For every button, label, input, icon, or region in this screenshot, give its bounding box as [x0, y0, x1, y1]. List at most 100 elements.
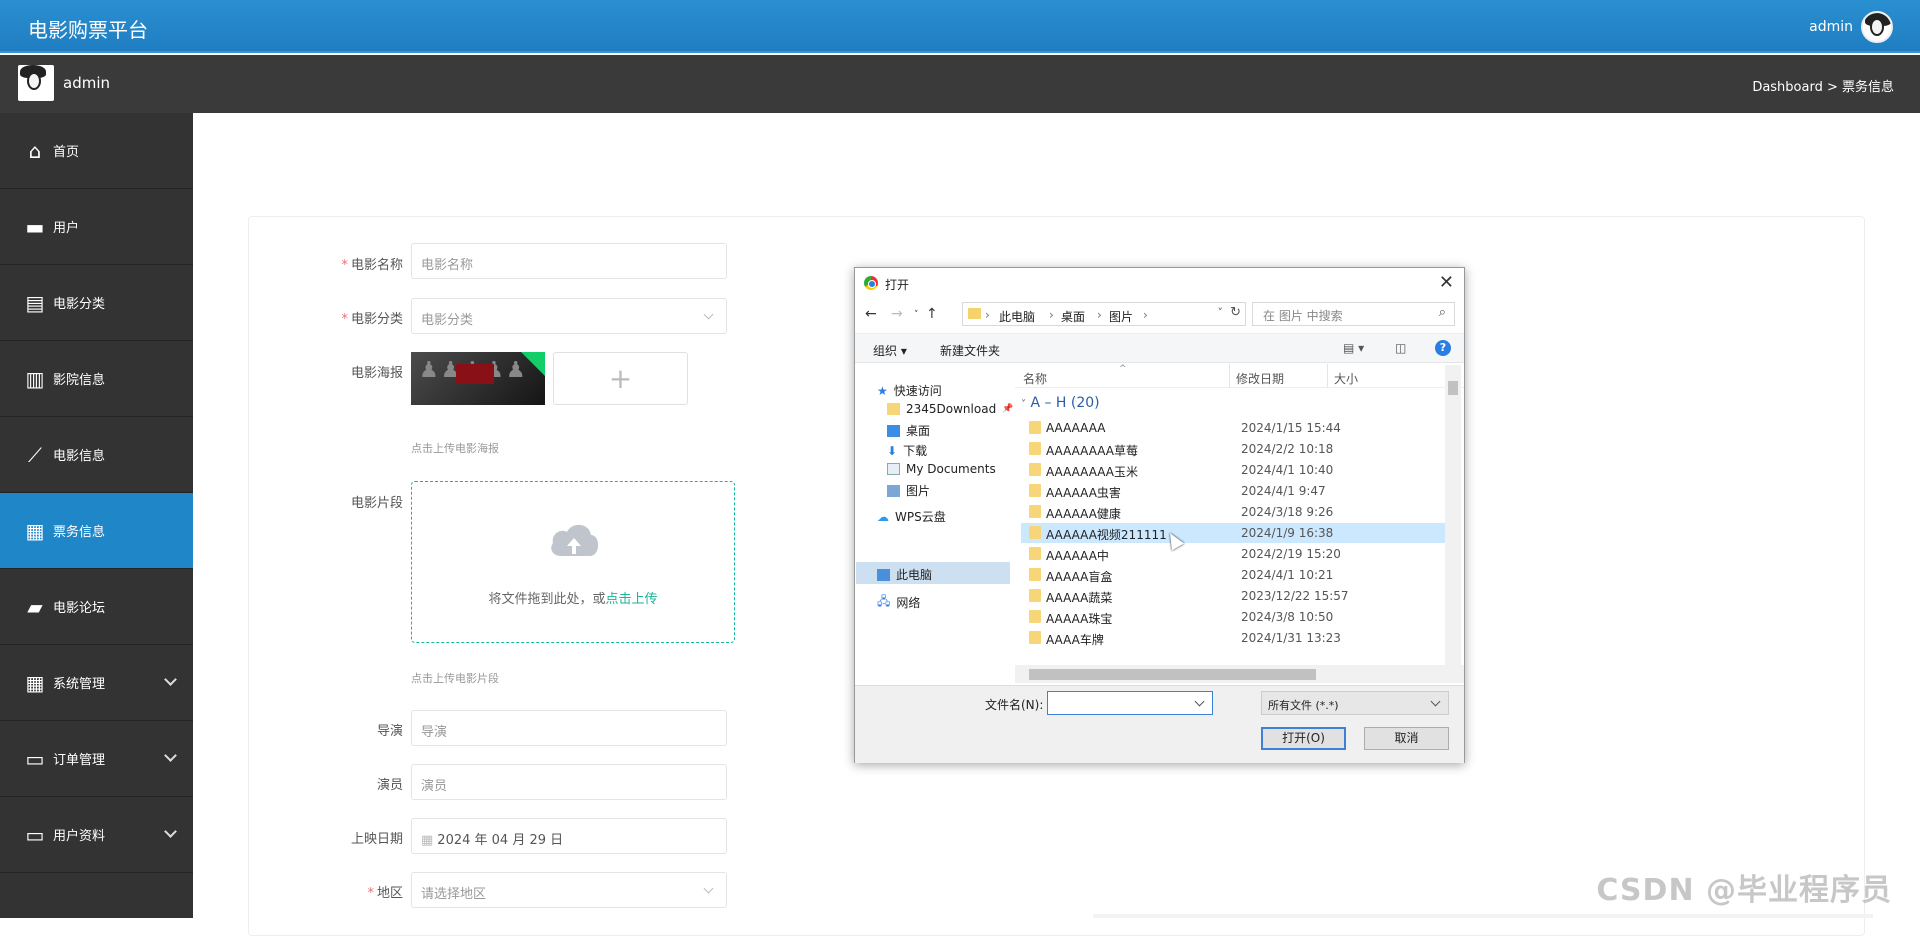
folder-icon — [1029, 484, 1041, 497]
sidebar-item-label: 首页 — [53, 145, 80, 160]
sidebar-item-forum[interactable]: ▰ 电影论坛 — [0, 569, 193, 645]
file-row-selected[interactable]: AAAAAA视频211111 2024/1/9 16:38 — [1021, 523, 1448, 543]
folder-icon — [968, 308, 981, 319]
calendar-icon: ▦ — [421, 833, 434, 848]
organize-button[interactable]: 组织 ▾ — [873, 342, 907, 359]
nav-2345download[interactable]: 2345Download 📌 — [887, 402, 1013, 416]
horizontal-scrollbar[interactable] — [1015, 665, 1464, 683]
filename-label: 文件名(N): — [985, 698, 1044, 712]
click-upload-link[interactable]: 点击上传 — [606, 592, 658, 607]
scrollbar-thumb[interactable] — [1029, 669, 1316, 680]
preview-pane-icon[interactable]: ◫ — [1395, 341, 1406, 355]
actor-input[interactable]: 演员 — [411, 764, 727, 800]
nav-wps-cloud[interactable]: ☁ WPS云盘 — [877, 508, 946, 525]
refresh-icon[interactable]: ↻ — [1230, 305, 1241, 320]
nav-quick-access[interactable]: ★ 快速访问 — [877, 382, 942, 399]
nav-desktop[interactable]: 桌面 — [887, 422, 930, 439]
avatar[interactable] — [1861, 11, 1893, 43]
search-placeholder: 在 图片 中搜索 — [1263, 309, 1343, 323]
file-row[interactable]: AAAAAA健康 2024/3/18 9:26 — [1021, 502, 1448, 522]
sidebar-item-users[interactable]: ▬ 用户 — [0, 189, 193, 265]
filetype-select[interactable]: 所有文件 (*.*) — [1261, 691, 1449, 715]
sidebar-item-profile[interactable]: ▭ 用户资料 — [0, 797, 193, 873]
file-row[interactable]: AAAAAA虫害 2024/4/1 9:47 — [1021, 481, 1448, 501]
dialog-search-input[interactable]: 在 图片 中搜索 ⌕ — [1252, 302, 1455, 326]
folder-icon — [1029, 568, 1041, 581]
file-row[interactable]: AAAAA蔬菜 2023/12/22 15:57 — [1021, 586, 1448, 606]
region-select[interactable]: 请选择地区 — [411, 872, 727, 908]
home-icon: ⌂ — [28, 138, 42, 163]
sidebar-item-label: 系统管理 — [53, 677, 106, 692]
sidebar-item-label: 票务信息 — [53, 525, 106, 540]
path-segment[interactable]: 桌面 — [1061, 308, 1085, 325]
director-input[interactable]: 导演 — [411, 710, 727, 746]
file-row[interactable]: AAAAA珠宝 2024/3/8 10:50 — [1021, 607, 1448, 627]
back-arrow-icon[interactable]: ← — [865, 306, 877, 322]
chevron-down-icon[interactable]: ˅ — [1218, 306, 1224, 319]
breadcrumb[interactable]: Dashboard > 票务信息 — [1752, 76, 1894, 95]
close-icon[interactable]: ✕ — [1439, 272, 1454, 293]
nav-pictures[interactable]: 图片 — [887, 482, 930, 499]
file-list-header: 名称 ^ 修改日期 大小 — [1015, 364, 1464, 388]
forward-arrow-icon[interactable]: → — [891, 306, 903, 322]
path-segment[interactable]: 图片 — [1109, 308, 1133, 325]
file-row[interactable]: AAAA车牌 2024/1/31 13:23 — [1021, 628, 1448, 648]
dialog-footer: 文件名(N): 所有文件 (*.*) 打开(O) 取消 — [855, 685, 1464, 763]
region-placeholder: 请选择地区 — [421, 887, 487, 902]
folder-icon — [1029, 589, 1041, 602]
avatar-image — [18, 65, 54, 101]
sidebar-item-orders[interactable]: ▭ 订单管理 — [0, 721, 193, 797]
release-date-picker[interactable]: ▦ 2024 年 04 月 29 日 — [411, 818, 727, 854]
ticket-icon: ▰ — [27, 594, 43, 619]
path-segment[interactable]: 此电脑 — [999, 308, 1035, 325]
nav-my-documents[interactable]: My Documents — [887, 462, 996, 476]
chrome-icon — [864, 276, 878, 290]
poster-thumbnail[interactable]: ♟♟♟♟♟ — [411, 352, 545, 405]
column-size[interactable]: 大小 — [1334, 370, 1358, 387]
cancel-button[interactable]: 取消 — [1364, 727, 1449, 750]
column-modified[interactable]: 修改日期 — [1236, 370, 1284, 387]
vertical-scrollbar[interactable] — [1445, 365, 1461, 665]
chevron-right-icon: › — [1097, 308, 1102, 322]
sidebar-item-home[interactable]: ⌂ 首页 — [0, 113, 193, 189]
sidebar-item-cinema[interactable]: ▥ 影院信息 — [0, 341, 193, 417]
label-director: 导演 — [376, 724, 403, 739]
filename-input[interactable] — [1047, 691, 1213, 715]
address-bar[interactable]: › 此电脑 › 桌面 › 图片 › ˅ ↻ — [962, 302, 1246, 326]
computer-icon — [877, 568, 890, 581]
sub-header: admin Dashboard > 票务信息 — [0, 55, 1920, 113]
up-arrow-icon[interactable]: ↑ — [926, 306, 938, 322]
grid-icon: ▦ — [25, 518, 45, 543]
file-row[interactable]: AAAAA盲盒 2024/4/1 10:21 — [1021, 565, 1448, 585]
view-options-icon[interactable]: ▤ ▾ — [1343, 341, 1364, 355]
sidebar-item-system[interactable]: ▦ 系统管理 — [0, 645, 193, 721]
column-name[interactable]: 名称 — [1023, 370, 1047, 387]
help-icon[interactable]: ? — [1435, 340, 1451, 356]
recent-chevron-icon[interactable]: ˅ — [914, 310, 919, 320]
open-button[interactable]: 打开(O) — [1261, 727, 1346, 750]
sidebar-item-movie-info[interactable]: ⟋ 电影信息 — [0, 417, 193, 493]
movie-name-input[interactable]: 电影名称 — [411, 243, 727, 279]
label-region: * 地区 — [367, 886, 403, 901]
book-icon: ▥ — [25, 366, 45, 391]
nav-network[interactable]: 🖧 网络 — [877, 592, 920, 613]
poster-upload-button[interactable]: + — [553, 352, 688, 405]
top-user-menu[interactable]: admin — [1809, 11, 1893, 43]
clip-dropzone[interactable]: 将文件拖到此处，或点击上传 — [411, 481, 735, 643]
chevron-down-icon — [164, 825, 177, 838]
nav-downloads[interactable]: ⬇ 下载 — [887, 442, 927, 459]
dialog-titlebar[interactable]: 打开 ✕ — [855, 268, 1464, 298]
file-group-header[interactable]: ˅ A – H (20) — [1021, 395, 1100, 411]
nav-this-pc[interactable]: 此电脑 — [877, 566, 932, 583]
file-row[interactable]: AAAAAA中 2024/2/19 15:20 — [1021, 544, 1448, 564]
sidebar-item-ticket-info[interactable]: ▦ 票务信息 — [0, 493, 193, 569]
file-row[interactable]: AAAAAAA 2024/1/15 15:44 — [1021, 418, 1448, 438]
scrollbar-thumb[interactable] — [1448, 381, 1458, 395]
chevron-down-icon: ˅ — [1021, 399, 1026, 410]
file-row[interactable]: AAAAAAAA草莓 2024/2/2 10:18 — [1021, 439, 1448, 459]
top-header: 电影购票平台 admin — [0, 0, 1920, 53]
file-row[interactable]: AAAAAAAA玉米 2024/4/1 10:40 — [1021, 460, 1448, 480]
movie-category-select[interactable]: 电影分类 — [411, 298, 727, 334]
new-folder-button[interactable]: 新建文件夹 — [940, 342, 1000, 359]
sidebar-item-movie-category[interactable]: ▤ 电影分类 — [0, 265, 193, 341]
